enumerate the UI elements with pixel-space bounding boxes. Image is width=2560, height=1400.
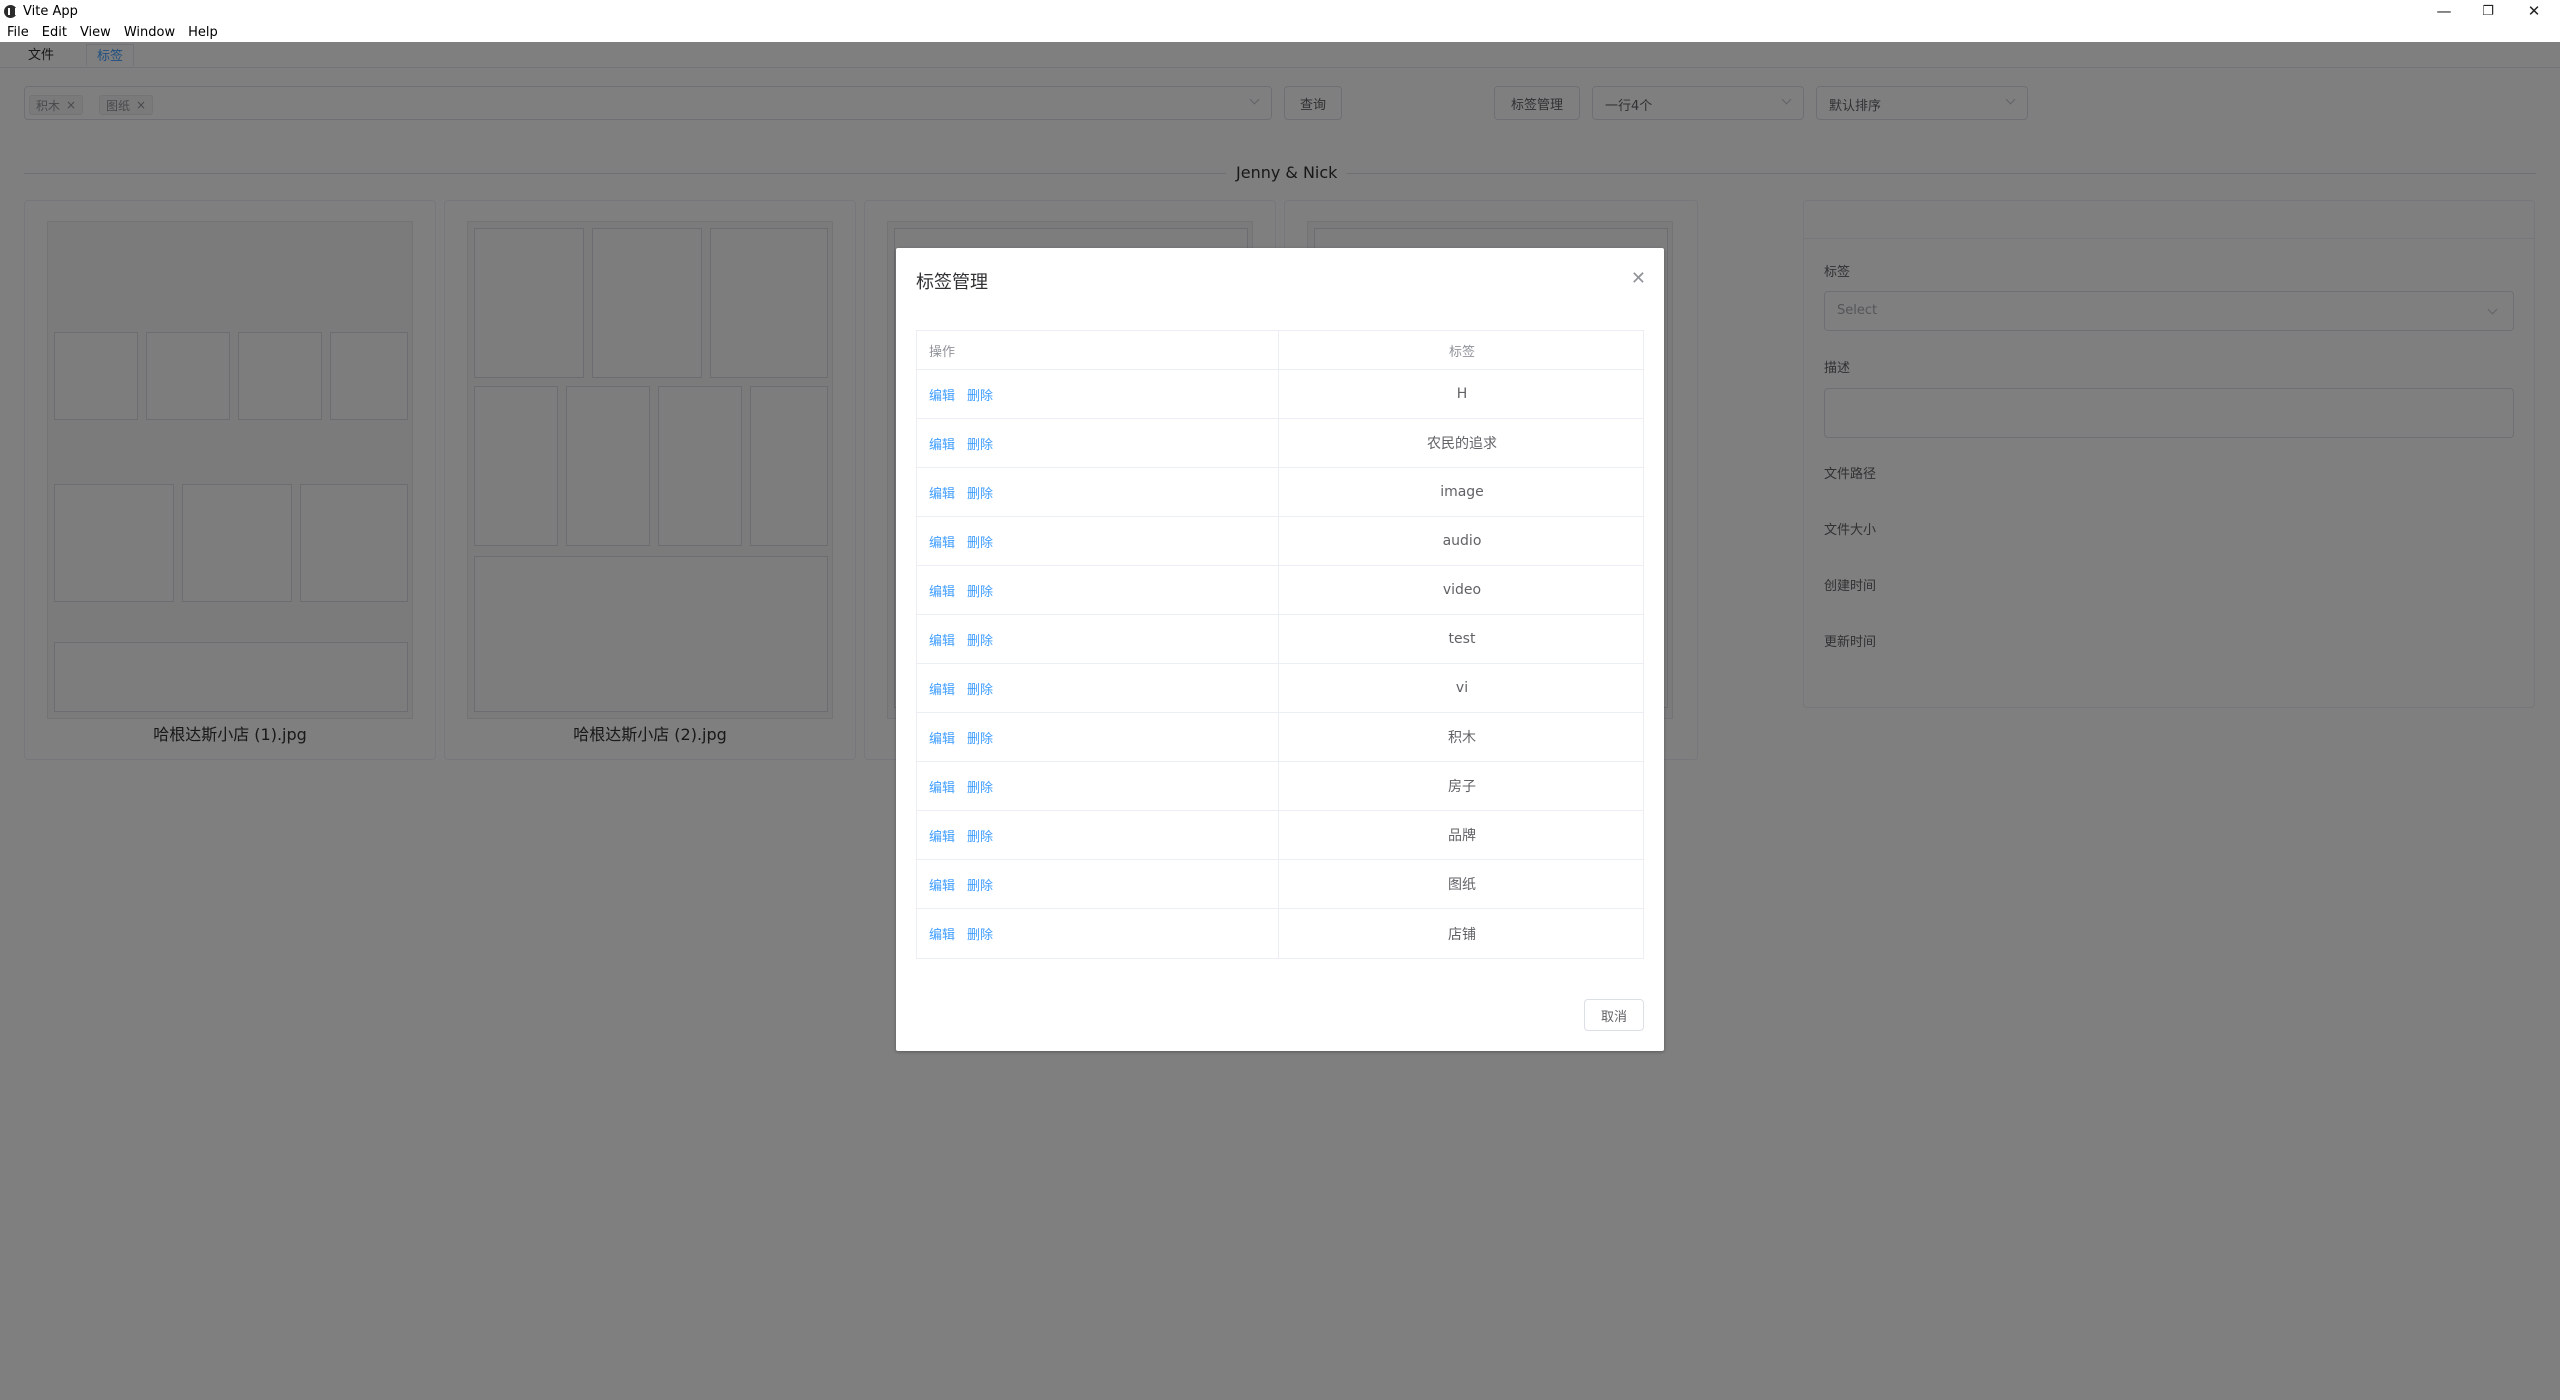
delete-link[interactable]: 删除 [967,826,993,845]
delete-link[interactable]: 删除 [967,581,993,600]
table-row: 编辑 删除 图纸 [917,860,1643,909]
table-row: 编辑 删除 积木 [917,713,1643,762]
row-actions: 编辑 删除 [917,811,1279,859]
tag-name: audio [1442,533,1482,549]
close-icon[interactable]: ✕ [1631,268,1646,289]
row-actions: 编辑 删除 [917,566,1279,614]
tag-name: 积木 [1448,730,1476,746]
tag-name: 房子 [1448,779,1476,795]
tag-name: 店铺 [1448,926,1476,943]
edit-link[interactable]: 编辑 [929,434,955,453]
table-row: 编辑 删除 image [917,468,1643,517]
row-actions: 编辑 删除 [917,713,1279,761]
edit-link[interactable]: 编辑 [929,826,955,845]
delete-link[interactable]: 删除 [967,483,993,502]
edit-link[interactable]: 编辑 [929,875,955,894]
table-row: 编辑 删除 vi [917,664,1643,713]
table-row: 编辑 删除 品牌 [917,811,1643,860]
window-titlebar: Vite App — ❐ ✕ [0,0,2560,22]
table-row: 编辑 删除 农民的追求 [917,419,1643,468]
app-icon [4,4,17,18]
table-row: 编辑 删除 audio [917,517,1643,566]
row-actions: 编辑 删除 [917,517,1279,565]
row-actions: 编辑 删除 [917,419,1279,467]
table-row: 编辑 删除 video [917,566,1643,615]
menu-window[interactable]: Window [124,25,175,40]
minimize-button[interactable]: — [2426,0,2462,22]
column-header-action: 操作 [917,331,1279,369]
table-row: 编辑 删除 test [917,615,1643,664]
menu-help[interactable]: Help [188,25,218,40]
delete-link[interactable]: 删除 [967,532,993,551]
delete-link[interactable]: 删除 [967,385,993,404]
row-actions: 编辑 删除 [917,860,1279,908]
table-row: 编辑 删除 店铺 [917,909,1643,958]
tag-name: test [1448,631,1476,647]
tag-name: 品牌 [1448,828,1476,844]
delete-link[interactable]: 删除 [967,434,993,453]
edit-link[interactable]: 编辑 [929,924,955,943]
tag-name: vi [1455,680,1469,696]
edit-link[interactable]: 编辑 [929,630,955,649]
tag-name: 图纸 [1448,877,1476,893]
delete-link[interactable]: 删除 [967,924,993,943]
row-actions: 编辑 删除 [917,909,1279,958]
close-window-button[interactable]: ✕ [2516,0,2552,22]
tag-name: video [1442,582,1482,598]
edit-link[interactable]: 编辑 [929,483,955,502]
tag-table: 操作 标签 编辑 删除 H 编辑 删除 农民的追求 编辑 删除 image 编辑 删除 audio 编辑… [916,330,1644,959]
restore-button[interactable]: ❐ [2470,0,2506,22]
edit-link[interactable]: 编辑 [929,532,955,551]
menu-file[interactable]: File [7,25,29,40]
delete-link[interactable]: 删除 [967,777,993,796]
tag-name: 农民的追求 [1427,436,1497,452]
dialog-title: 标签管理 [916,272,988,293]
row-actions: 编辑 删除 [917,370,1279,418]
row-actions: 编辑 删除 [917,615,1279,663]
edit-link[interactable]: 编辑 [929,777,955,796]
row-actions: 编辑 删除 [917,762,1279,810]
edit-link[interactable]: 编辑 [929,581,955,600]
menu-view[interactable]: View [80,25,111,40]
cancel-button[interactable]: 取消 [1584,999,1644,1031]
edit-link[interactable]: 编辑 [929,679,955,698]
edit-link[interactable]: 编辑 [929,728,955,747]
row-actions: 编辑 删除 [917,468,1279,516]
column-header-tag: 标签 [1448,344,1475,360]
delete-link[interactable]: 删除 [967,630,993,649]
window-title: Vite App [23,3,78,19]
menu-edit[interactable]: Edit [42,25,67,40]
table-row: 编辑 删除 房子 [917,762,1643,811]
tag-name: image [1440,484,1484,500]
menu-bar: File Edit View Window Help [0,22,2560,42]
delete-link[interactable]: 删除 [967,728,993,747]
tag-manage-dialog: 标签管理 ✕ 操作 标签 编辑 删除 H 编辑 删除 农民的追求 编辑 删除 image 编辑 删除… [896,248,1664,1051]
tag-name: H [1456,386,1468,402]
row-actions: 编辑 删除 [917,664,1279,712]
delete-link[interactable]: 删除 [967,679,993,698]
edit-link[interactable]: 编辑 [929,385,955,404]
delete-link[interactable]: 删除 [967,875,993,894]
table-header: 操作 标签 [917,331,1643,370]
table-row: 编辑 删除 H [917,370,1643,419]
